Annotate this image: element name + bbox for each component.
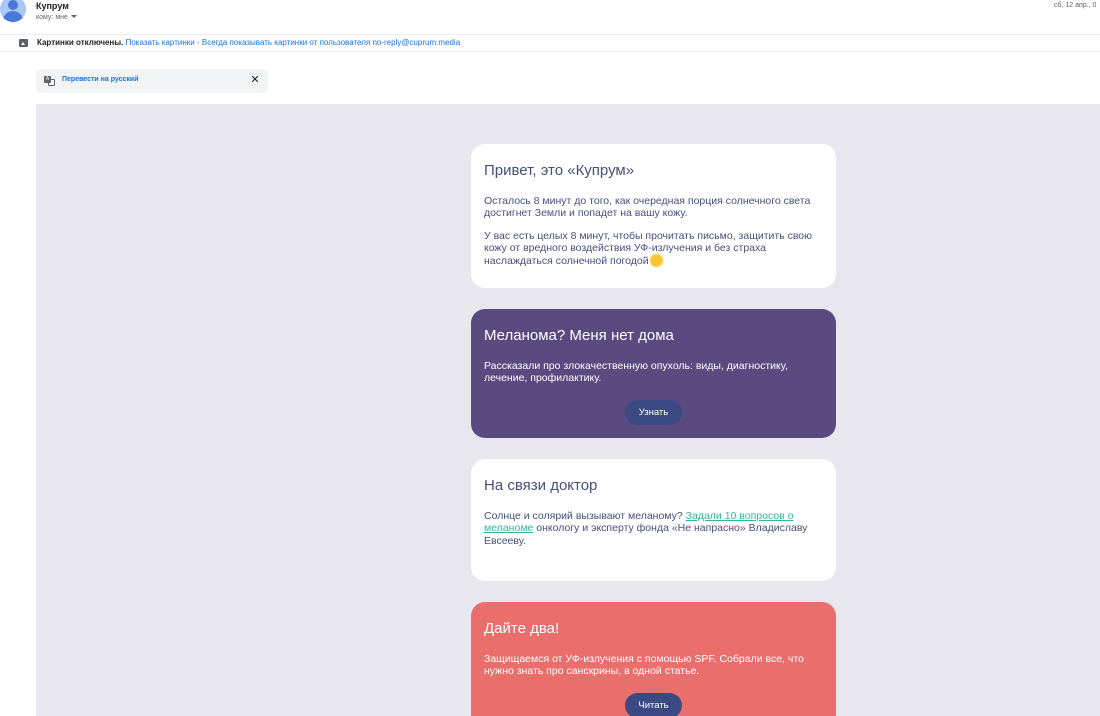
- intro-card: Привет, это «Купрум» Осталось 8 минут до…: [471, 144, 836, 288]
- image-icon: [19, 39, 28, 47]
- read-button[interactable]: Читать: [625, 693, 682, 716]
- sun-icon: [650, 254, 662, 266]
- email-body: Привет, это «Купрум» Осталось 8 минут до…: [36, 104, 1100, 716]
- learn-button[interactable]: Узнать: [625, 400, 682, 425]
- melanoma-card: Меланома? Меня нет дома Рассказали про з…: [471, 309, 836, 438]
- sender-name[interactable]: Купрум: [36, 1, 69, 11]
- melanoma-text: Рассказали про злокачественную опухоль: …: [484, 360, 788, 385]
- images-disabled-bar: Картинки отключены. Показать картинки - …: [0, 34, 1100, 52]
- doctor-title: На связи доктор: [484, 477, 598, 494]
- close-icon[interactable]: ✕: [249, 74, 261, 86]
- always-show-images-link[interactable]: Всегда показывать картинки от пользовате…: [202, 38, 460, 47]
- intro-title: Привет, это «Купрум»: [484, 162, 635, 179]
- spf-title: Дайте два!: [484, 620, 560, 637]
- images-disabled-notice: Картинки отключены.: [37, 38, 124, 47]
- translate-button[interactable]: Перевести на русский: [62, 76, 139, 83]
- translate-icon: A: [44, 76, 55, 86]
- show-images-link[interactable]: Показать картинки: [126, 38, 195, 47]
- recipient-details[interactable]: кому: мне: [36, 14, 77, 21]
- email-date: сб, 12 апр., 0: [1054, 2, 1097, 9]
- intro-paragraph-1: Осталось 8 минут до того, как очередная …: [484, 195, 811, 220]
- melanoma-title: Меланома? Меня нет дома: [484, 327, 674, 344]
- chevron-down-icon[interactable]: [70, 15, 77, 18]
- sender-avatar[interactable]: [0, 0, 26, 22]
- intro-paragraph-2-text: У вас есть целых 8 минут, чтобы прочитат…: [484, 229, 813, 267]
- doctor-text-after: онкологу и эксперту фонда «Не напрасно» …: [484, 522, 808, 547]
- spf-card: Дайте два! Защищаемся от УФ-излучения с …: [471, 602, 836, 716]
- doctor-text: Солнце и солярий вызывают меланому? Зада…: [484, 510, 823, 547]
- mail-header: Купрум кому: мне сб, 12 апр., 0: [0, 0, 1100, 30]
- spf-text: Защищаемся от УФ-излучения с помощью SPF…: [484, 653, 804, 678]
- translate-bar: A Перевести на русский ✕: [36, 69, 268, 93]
- intro-paragraph-2: У вас есть целых 8 минут, чтобы прочитат…: [484, 230, 823, 267]
- recipient-label: кому: мне: [36, 14, 68, 21]
- images-separator: -: [196, 38, 200, 47]
- doctor-card: На связи доктор Солнце и солярий вызываю…: [471, 459, 836, 581]
- doctor-text-before: Солнце и солярий вызывают меланому?: [484, 510, 686, 522]
